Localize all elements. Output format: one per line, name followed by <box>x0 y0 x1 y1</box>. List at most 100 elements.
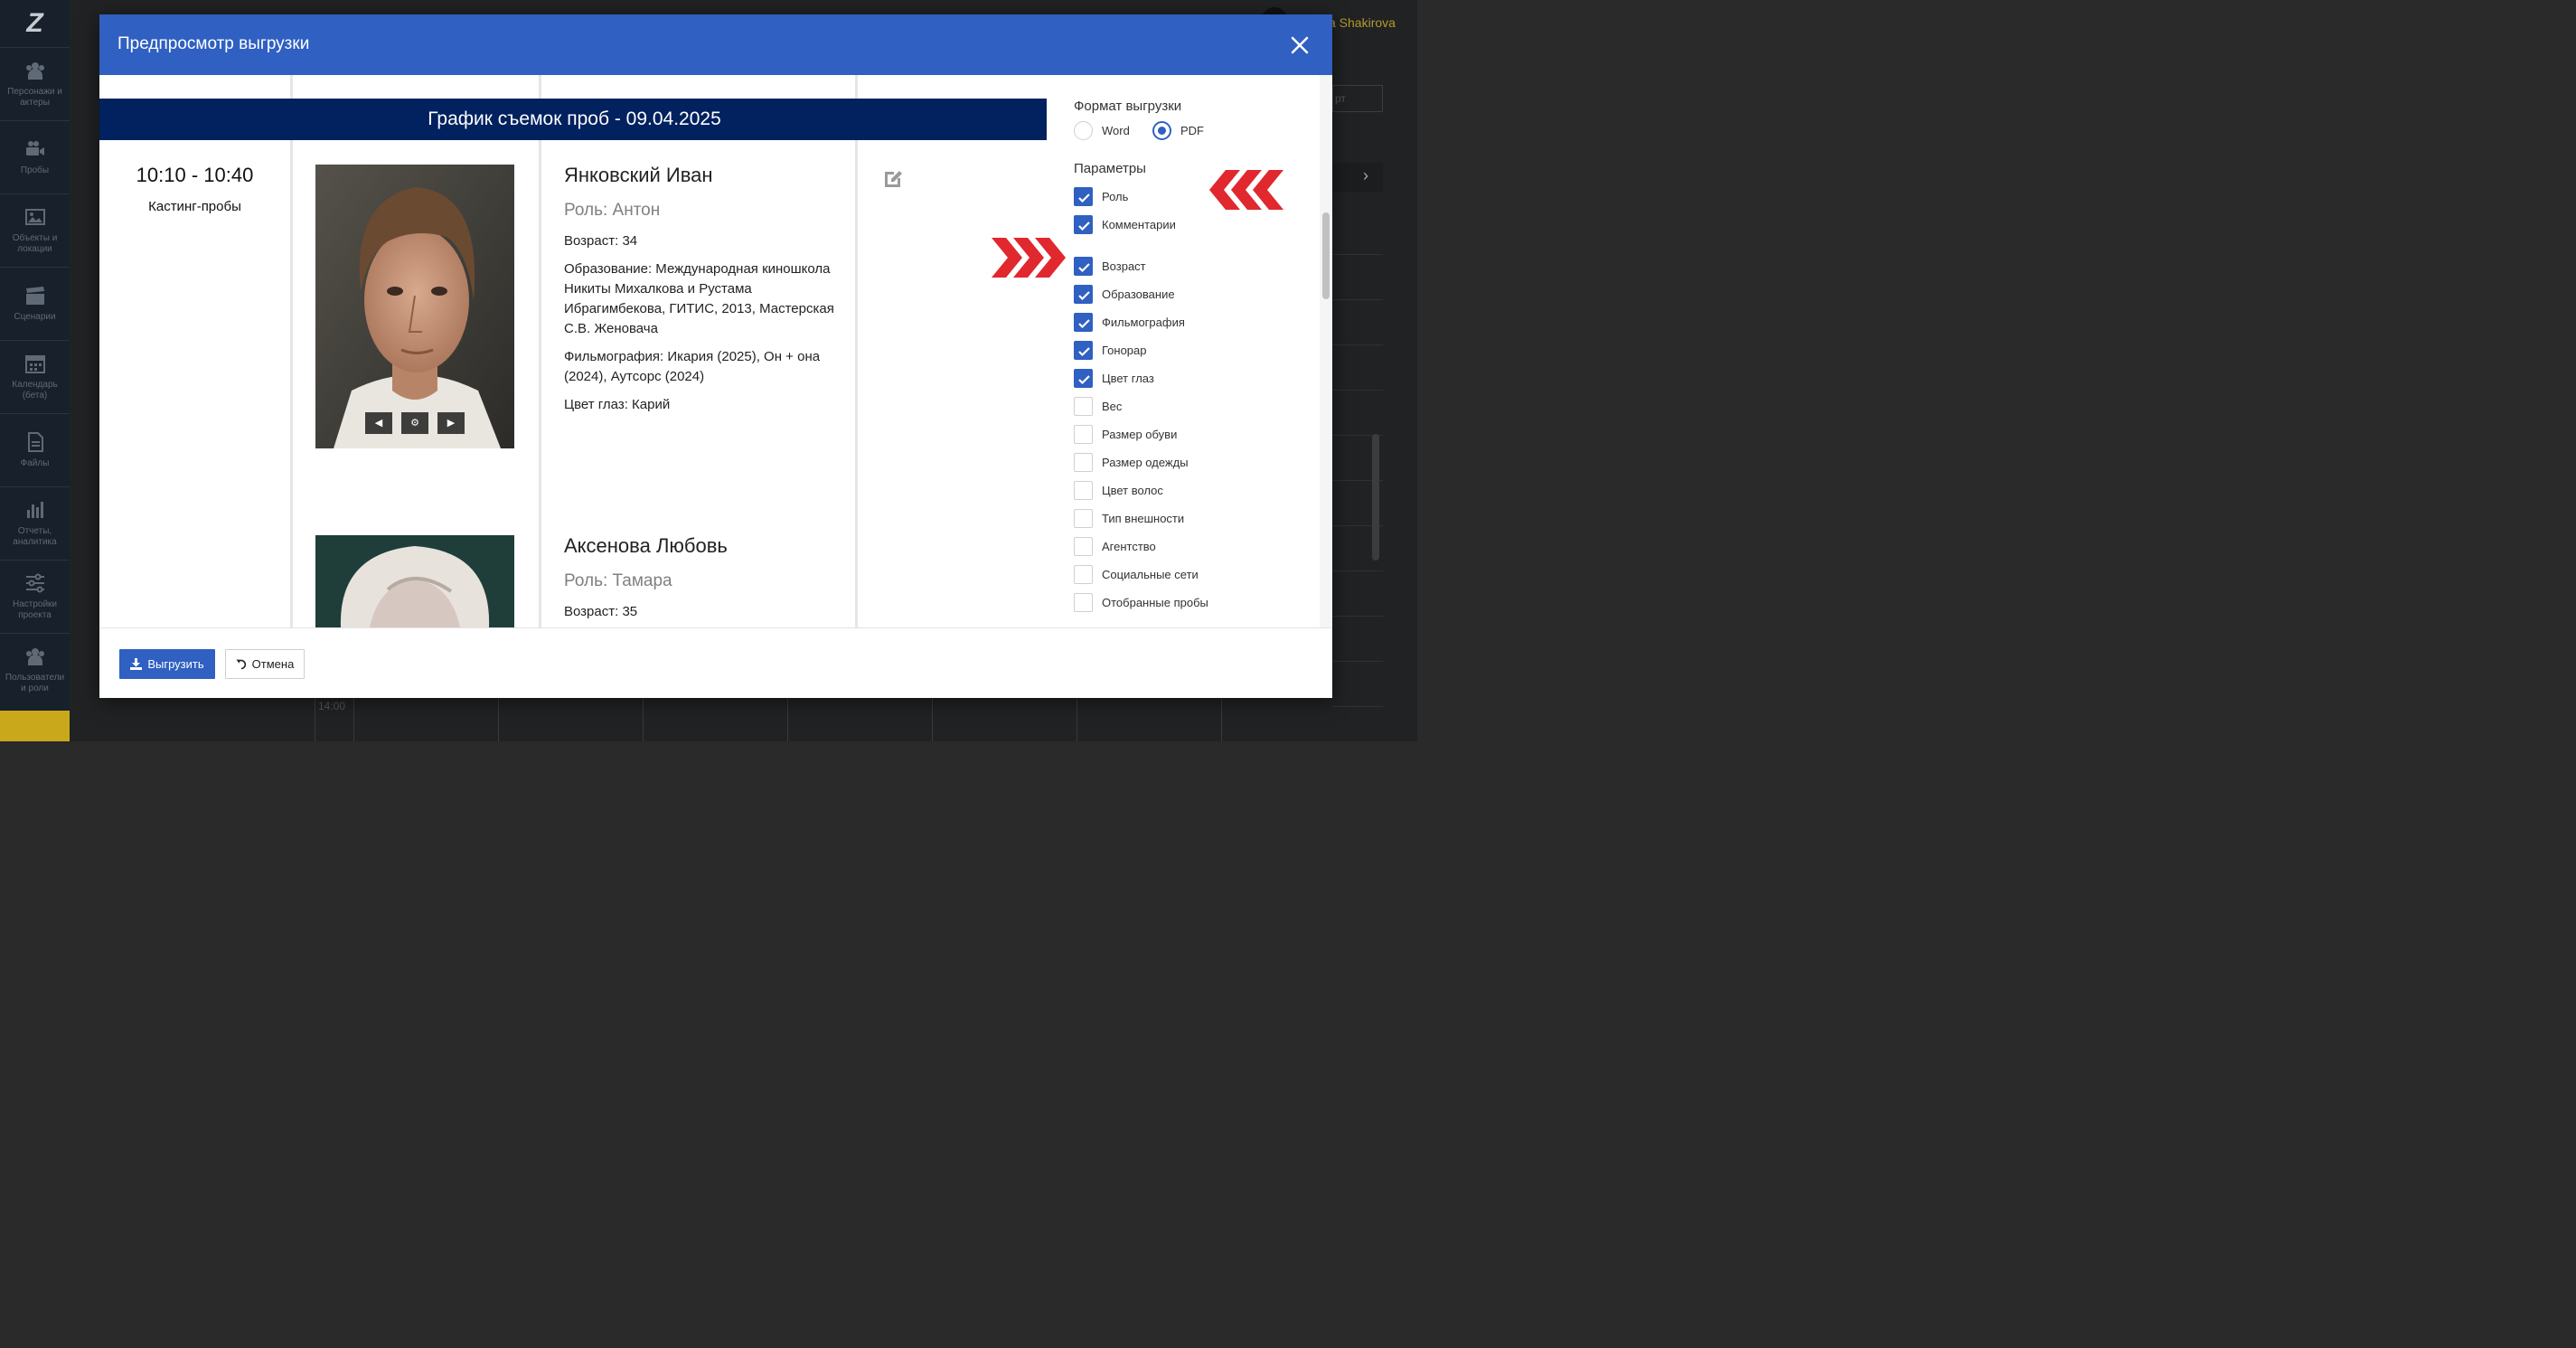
checkbox-unchecked[interactable] <box>1074 593 1093 612</box>
calendar-icon <box>24 355 45 373</box>
format-word-radio[interactable]: Word <box>1074 121 1130 140</box>
background-export-button[interactable]: рт <box>1332 85 1383 112</box>
param-label: Агентство <box>1102 540 1156 553</box>
actor-role: Роль: Антон <box>564 201 661 220</box>
sidebar-item-scripts[interactable]: Сценарии <box>0 267 70 340</box>
checkbox-unchecked[interactable] <box>1074 397 1093 416</box>
checkbox-unchecked[interactable] <box>1074 509 1093 528</box>
photo-next-button[interactable]: ▶ <box>437 412 465 434</box>
export-button-label: Выгрузить <box>147 657 204 671</box>
people-icon <box>25 62 44 80</box>
param-checkbox-row[interactable]: Цвет глаз <box>1074 369 1154 388</box>
param-label: Роль <box>1102 190 1129 203</box>
slot-time: 10:10 - 10:40 <box>136 164 254 186</box>
modal-footer: Выгрузить Отмена <box>99 627 1332 698</box>
sidebar-item-label: Персонажи и актеры <box>7 87 62 108</box>
param-checkbox-row[interactable]: Размер обуви <box>1074 425 1177 444</box>
column-divider <box>539 75 541 627</box>
param-checkbox-row[interactable]: Отобранные пробы <box>1074 593 1208 612</box>
sidebar-item-files[interactable]: Файлы <box>0 413 70 486</box>
checkbox-checked[interactable] <box>1074 257 1093 276</box>
modal-scrollbar[interactable] <box>1320 75 1332 627</box>
sidebar-item-auditions[interactable]: Пробы <box>0 120 70 193</box>
param-label: Комментарии <box>1102 218 1176 231</box>
cancel-button[interactable]: Отмена <box>225 649 305 679</box>
param-label: Цвет глаз <box>1102 372 1154 385</box>
param-checkbox-row[interactable]: Цвет волос <box>1074 481 1163 500</box>
param-label: Размер обуви <box>1102 428 1178 441</box>
actor-photo[interactable] <box>315 535 514 627</box>
sidebar-item-label: Календарь (бета) <box>12 380 58 401</box>
checkmark-icon <box>1078 222 1090 231</box>
checkbox-checked[interactable] <box>1074 285 1093 304</box>
radio-circle[interactable] <box>1152 121 1171 140</box>
close-icon[interactable] <box>1287 33 1312 58</box>
checkbox-unchecked[interactable] <box>1074 481 1093 500</box>
param-label: Фильмография <box>1102 316 1185 329</box>
param-checkbox-row[interactable]: Вес <box>1074 397 1122 416</box>
background-next-button[interactable]: › <box>1332 163 1383 192</box>
radio-label: Word <box>1102 124 1130 137</box>
checkbox-unchecked[interactable] <box>1074 537 1093 556</box>
param-checkbox-row[interactable]: Тип внешности <box>1074 509 1184 528</box>
checkbox-unchecked[interactable] <box>1074 453 1093 472</box>
param-checkbox-row[interactable]: Гонорар <box>1074 341 1147 360</box>
bar-chart-icon <box>26 502 43 518</box>
checkbox-checked[interactable] <box>1074 187 1093 206</box>
param-checkbox-row[interactable]: Образование <box>1074 285 1175 304</box>
app-sidebar: Z Персонажи и актеры Пробы Объекты и лок… <box>0 0 76 741</box>
actor-role: Роль: Тамара <box>564 571 672 590</box>
checkmark-icon <box>1078 291 1090 301</box>
param-checkbox-row[interactable]: Агентство <box>1074 537 1156 556</box>
photo-prev-button[interactable]: ◀ <box>365 412 392 434</box>
actor-portrait-image <box>315 535 514 627</box>
actor-age: Возраст: 35 <box>564 604 638 619</box>
sidebar-item-settings[interactable]: Настройки проекта <box>0 560 70 633</box>
radio-circle[interactable] <box>1074 121 1093 140</box>
sidebar-item-label: Объекты и локации <box>12 233 58 254</box>
param-checkbox-row[interactable]: Фильмография <box>1074 313 1185 332</box>
photo-settings-button[interactable]: ⚙ <box>401 412 428 434</box>
user-name[interactable]: a Shakirova <box>1329 15 1396 30</box>
params-title: Параметры <box>1074 161 1146 176</box>
checkmark-icon <box>1078 319 1090 329</box>
param-label: Отобранные пробы <box>1102 596 1208 609</box>
checkbox-checked[interactable] <box>1074 341 1093 360</box>
undo-icon <box>236 659 246 669</box>
promo-badge[interactable] <box>0 711 76 741</box>
checkbox-unchecked[interactable] <box>1074 425 1093 444</box>
scrollbar-thumb[interactable] <box>1322 212 1330 299</box>
param-checkbox-row[interactable]: Роль <box>1074 187 1128 206</box>
checkbox-unchecked[interactable] <box>1074 565 1093 584</box>
param-checkbox-row[interactable]: Социальные сети <box>1074 565 1199 584</box>
sidebar-item-characters[interactable]: Персонажи и актеры <box>0 47 70 120</box>
param-checkbox-row[interactable]: Комментарии <box>1074 215 1176 234</box>
edit-icon[interactable] <box>882 166 906 190</box>
checkbox-checked[interactable] <box>1074 215 1093 234</box>
clapperboard-icon <box>25 287 44 305</box>
actor-photo[interactable]: ◀ ⚙ ▶ <box>315 165 514 448</box>
radio-label: PDF <box>1180 124 1204 137</box>
column-divider <box>855 75 858 627</box>
users-icon <box>25 648 44 665</box>
param-checkbox-row[interactable]: Возраст <box>1074 257 1146 276</box>
image-icon <box>24 209 45 225</box>
checkbox-checked[interactable] <box>1074 313 1093 332</box>
param-label: Вес <box>1102 400 1123 413</box>
param-label: Образование <box>1102 288 1175 301</box>
app-logo[interactable]: Z <box>0 0 70 47</box>
background-scrollbar[interactable] <box>1372 434 1379 561</box>
sidebar-item-label: Отчеты, аналитика <box>13 526 57 547</box>
checkmark-icon <box>1078 193 1090 203</box>
sidebar-item-users[interactable]: Пользователи и роли <box>0 633 70 706</box>
export-button[interactable]: Выгрузить <box>119 649 215 679</box>
sidebar-item-locations[interactable]: Объекты и локации <box>0 193 70 267</box>
format-pdf-radio[interactable]: PDF <box>1152 121 1204 140</box>
export-preview[interactable]: График съемок проб - 09.04.2025 10:10 - … <box>99 75 1047 627</box>
sidebar-item-reports[interactable]: Отчеты, аналитика <box>0 486 70 560</box>
param-checkbox-row[interactable]: Размер одежды <box>1074 453 1189 472</box>
param-label: Цвет волос <box>1102 484 1163 497</box>
sidebar-item-calendar[interactable]: Календарь (бета) <box>0 340 70 413</box>
sidebar-item-label: Пользователи и роли <box>5 673 65 693</box>
checkbox-checked[interactable] <box>1074 369 1093 388</box>
